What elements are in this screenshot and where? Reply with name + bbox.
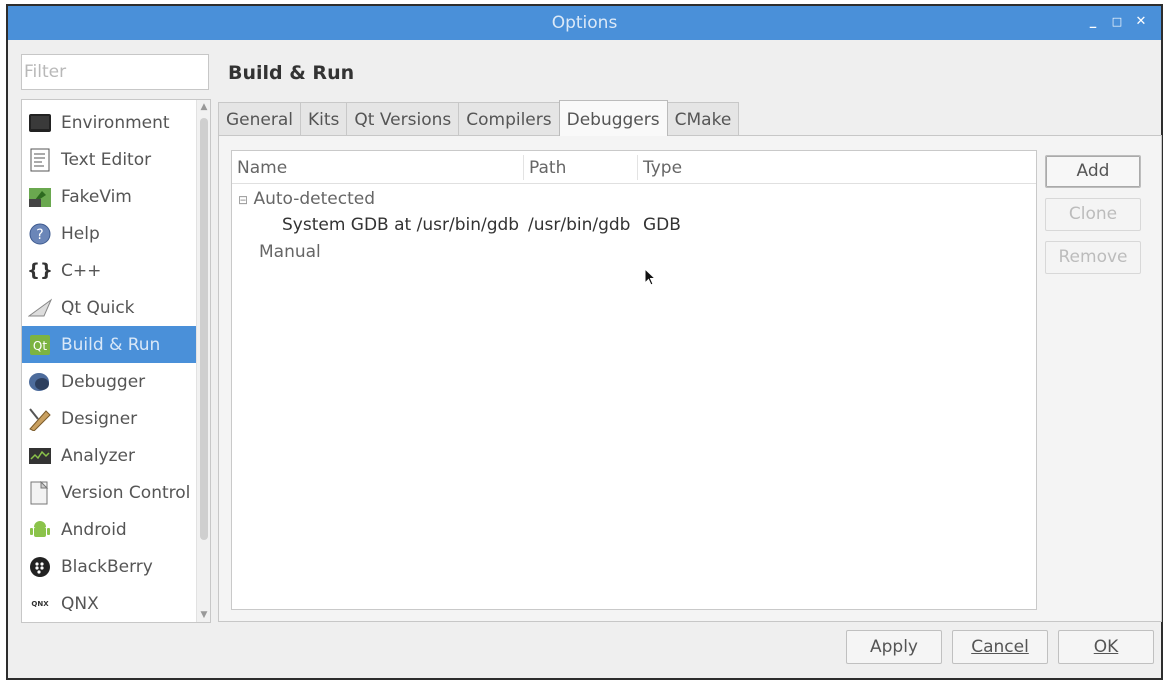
add-button[interactable]: Add — [1045, 155, 1141, 188]
category-blackberry[interactable]: BlackBerry — [22, 548, 196, 585]
options-dialog: Options _ □ ✕ Environment Text Editor Fa… — [6, 4, 1163, 680]
column-header-path[interactable]: Path — [529, 158, 566, 178]
category-label: Qt Quick — [61, 297, 135, 318]
category-analyzer[interactable]: Analyzer — [22, 437, 196, 474]
designer-pen-icon — [27, 407, 53, 431]
category-version-control[interactable]: Version Control — [22, 474, 196, 511]
cancel-button[interactable]: Cancel — [952, 630, 1048, 664]
category-label: QNX — [61, 593, 99, 614]
category-debugger[interactable]: Debugger — [22, 363, 196, 400]
category-label: C++ — [61, 260, 102, 281]
category-label: Help — [61, 223, 100, 244]
tab-compilers[interactable]: Compilers — [458, 102, 560, 136]
category-help[interactable]: ? Help — [22, 215, 196, 252]
help-icon: ? — [27, 222, 53, 246]
monitor-icon — [27, 111, 53, 135]
collapse-icon[interactable]: ⊟ — [238, 193, 248, 207]
category-qt-quick[interactable]: Qt Quick — [22, 289, 196, 326]
tab-general[interactable]: General — [218, 102, 301, 136]
group-label: Auto-detected — [253, 189, 376, 209]
category-build-run[interactable]: Qt Build & Run — [22, 326, 196, 363]
remove-button[interactable]: Remove — [1045, 241, 1141, 274]
title-bar[interactable]: Options _ □ ✕ — [8, 6, 1161, 40]
svg-text:?: ? — [36, 227, 43, 243]
clone-button[interactable]: Clone — [1045, 198, 1141, 231]
qnx-icon: QNX — [31, 599, 49, 608]
android-icon — [27, 518, 53, 542]
category-text-editor[interactable]: Text Editor — [22, 141, 196, 178]
debugger-icon — [27, 370, 53, 394]
category-label: Text Editor — [61, 149, 152, 170]
category-label: Designer — [61, 408, 138, 429]
category-label: Android — [61, 519, 127, 540]
scroll-down-arrow[interactable]: ▼ — [197, 610, 210, 620]
fakevim-icon — [27, 185, 53, 209]
tab-bar: General Kits Qt Versions Compilers Debug… — [218, 100, 740, 136]
scrollbar-thumb[interactable] — [200, 118, 208, 540]
mouse-cursor-icon — [644, 268, 657, 286]
column-header-name[interactable]: Name — [237, 158, 287, 178]
category-fakevim[interactable]: FakeVim — [22, 178, 196, 215]
braces-icon: {} — [27, 260, 53, 281]
text-document-icon — [27, 148, 53, 172]
category-label: Environment — [61, 112, 170, 133]
window-title: Options — [551, 13, 618, 33]
blackberry-icon — [27, 555, 53, 579]
filter-input[interactable] — [21, 54, 209, 90]
page-title: Build & Run — [228, 62, 355, 84]
category-label: Debugger — [61, 371, 146, 392]
group-label: Manual — [259, 242, 321, 262]
category-label: Analyzer — [61, 445, 135, 466]
category-list[interactable]: Environment Text Editor FakeVim ? Help {… — [21, 99, 211, 623]
column-separator — [523, 155, 524, 180]
paper-plane-icon — [27, 296, 53, 320]
debugger-type: GDB — [643, 215, 681, 235]
tree-group-auto-detected[interactable]: ⊟ Auto-detected — [238, 189, 375, 209]
debuggers-tree[interactable]: Name Path Type ⊟ Auto-detected System GD… — [231, 150, 1037, 610]
tab-debuggers[interactable]: Debuggers — [558, 100, 668, 136]
apply-button[interactable]: Apply — [846, 630, 942, 664]
category-label: Build & Run — [61, 334, 161, 355]
analyzer-icon — [27, 444, 53, 468]
category-qnx[interactable]: QNX QNX — [22, 585, 196, 622]
debuggers-pane: Name Path Type ⊟ Auto-detected System GD… — [218, 135, 1162, 622]
minimize-button[interactable]: _ — [1083, 11, 1103, 33]
category-label: BlackBerry — [61, 556, 153, 577]
category-cpp[interactable]: {} C++ — [22, 252, 196, 289]
category-android[interactable]: Android — [22, 511, 196, 548]
svg-text:Qt: Qt — [33, 339, 47, 353]
column-header-type[interactable]: Type — [643, 158, 682, 178]
column-separator — [637, 155, 638, 180]
tree-row[interactable]: System GDB at /usr/bin/gdb — [282, 215, 519, 235]
category-environment[interactable]: Environment — [22, 104, 196, 141]
ok-button[interactable]: OK — [1058, 630, 1154, 664]
debugger-name: System GDB at /usr/bin/gdb — [282, 215, 520, 235]
tab-qt-versions[interactable]: Qt Versions — [346, 102, 460, 136]
tab-kits[interactable]: Kits — [300, 102, 348, 136]
category-scrollbar[interactable]: ▲ ▼ — [196, 100, 210, 622]
category-label: Version Control — [61, 482, 191, 503]
debugger-path: /usr/bin/gdb — [528, 215, 631, 235]
close-button[interactable]: ✕ — [1131, 11, 1151, 33]
tree-group-manual[interactable]: Manual — [259, 242, 321, 262]
category-designer[interactable]: Designer — [22, 400, 196, 437]
maximize-button[interactable]: □ — [1107, 11, 1127, 33]
tab-cmake[interactable]: CMake — [666, 102, 740, 136]
build-run-icon: Qt — [27, 333, 53, 357]
category-label: FakeVim — [61, 186, 132, 207]
scroll-up-arrow[interactable]: ▲ — [197, 102, 210, 112]
version-control-icon — [27, 480, 53, 505]
tree-header: Name Path Type — [232, 151, 1036, 184]
